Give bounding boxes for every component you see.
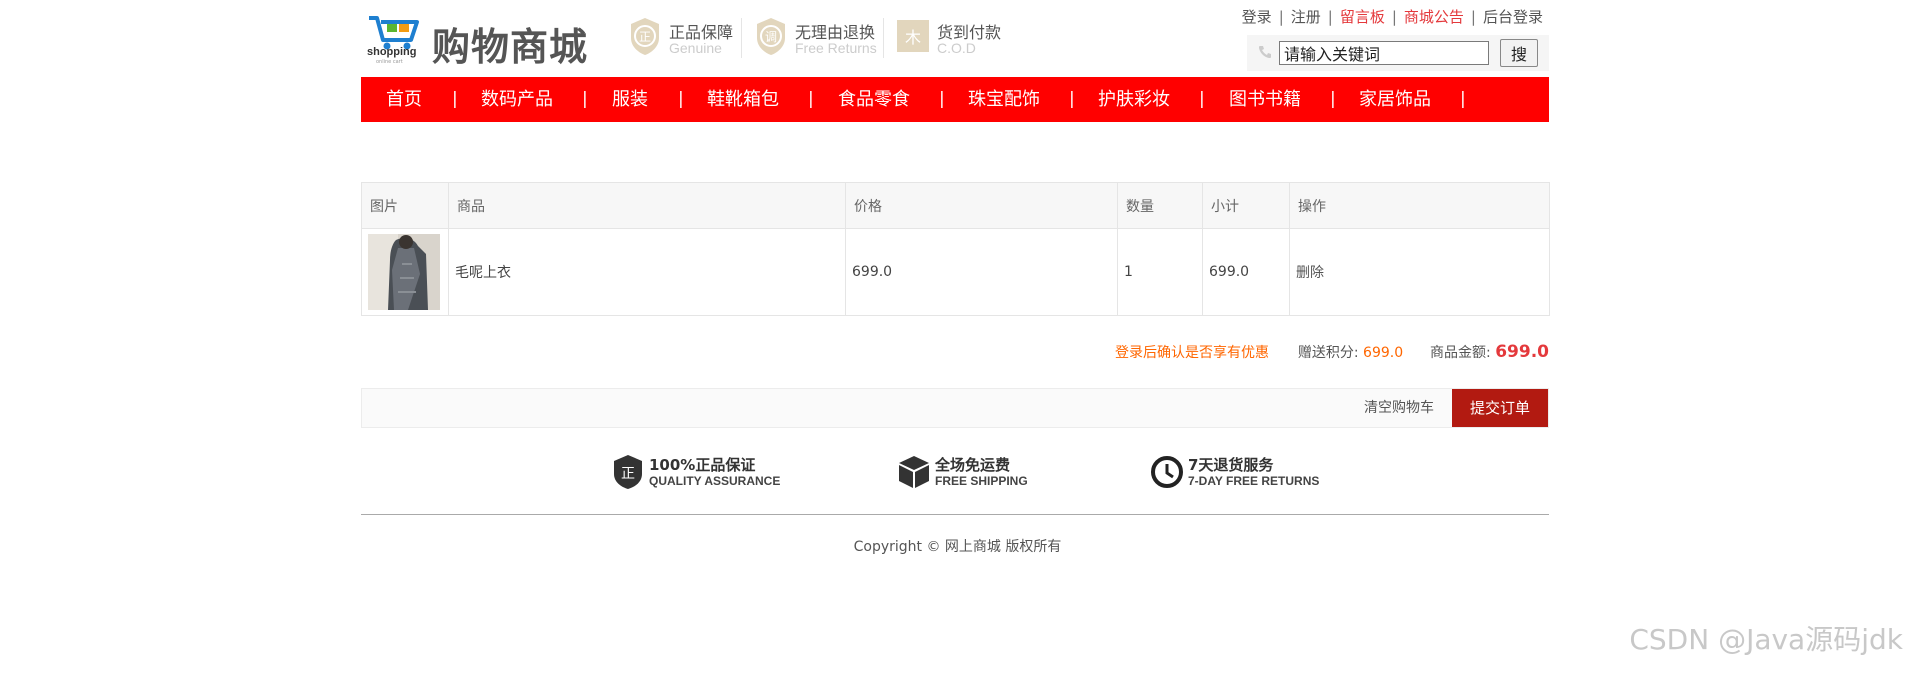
link-separator: |	[1327, 8, 1333, 26]
table-header-row: 图片 商品 价格 数量 小计 操作	[361, 182, 1550, 229]
copyright-text: Copyright © 网上商城 版权所有	[853, 539, 1062, 555]
nav-separator: |	[582, 89, 588, 109]
badge-subtitle: Genuine	[669, 40, 722, 56]
link-separator: |	[1278, 8, 1284, 26]
badge-subtitle: Free Returns	[795, 40, 877, 56]
cell-price: 699.0	[845, 228, 1118, 316]
nav-item-home[interactable]: 首页	[386, 77, 422, 122]
site-title: 购物商城	[432, 25, 589, 69]
genuine-seal-icon: 正	[631, 18, 659, 55]
guarantee-subtitle: QUALITY ASSURANCE	[649, 474, 781, 488]
main-nav: 首页 | 数码产品 | 服装 | 鞋靴箱包 | 食品零食 | 珠宝配饰 | 护肤…	[361, 77, 1549, 122]
logo-subtext: online cart	[376, 59, 403, 65]
points-label: 赠送积分:	[1297, 345, 1359, 361]
cod-seal-icon: 木	[897, 20, 929, 52]
login-link[interactable]: 登录	[1242, 8, 1272, 26]
guarantee-subtitle: FREE SHIPPING	[935, 474, 1028, 488]
nav-separator: |	[1069, 89, 1075, 109]
quality-shield-icon: 正	[614, 455, 642, 489]
cell-quantity: 1	[1117, 228, 1203, 316]
guarantee-title: 100%正品保证	[649, 456, 756, 474]
nav-separator: |	[808, 89, 814, 109]
amount-value: 699.0	[1495, 342, 1549, 362]
submit-order-button[interactable]: 提交订单	[1452, 389, 1548, 427]
nav-item-digital[interactable]: 数码产品	[481, 77, 553, 122]
points-value: 699.0	[1363, 345, 1404, 361]
cell-image	[361, 228, 449, 316]
cell-subtotal: 699.0	[1202, 228, 1290, 316]
nav-item-cosmetics[interactable]: 护肤彩妆	[1098, 77, 1170, 122]
nav-item-jewelry[interactable]: 珠宝配饰	[968, 77, 1040, 122]
nav-separator: |	[1460, 89, 1466, 109]
return-seal-icon: 调	[757, 18, 785, 55]
admin-login-link[interactable]: 后台登录	[1483, 8, 1543, 26]
nav-separator: |	[678, 89, 684, 109]
badge-divider	[883, 18, 884, 58]
cart-section: 图片 商品 价格 数量 小计 操作 毛呢上衣 699.0 1 699.0 删除	[361, 182, 1550, 316]
svg-text:调: 调	[765, 30, 777, 44]
column-header-product: 商品	[448, 182, 846, 229]
badge-divider	[741, 18, 742, 58]
column-header-subtotal: 小计	[1202, 182, 1290, 229]
cell-product-name[interactable]: 毛呢上衣	[448, 228, 846, 316]
product-thumbnail[interactable]	[368, 234, 440, 310]
register-link[interactable]: 注册	[1291, 8, 1321, 26]
svg-text:木: 木	[905, 28, 921, 47]
table-row: 毛呢上衣 699.0 1 699.0 删除	[361, 228, 1550, 316]
svg-text:正: 正	[639, 30, 651, 44]
clock-icon	[1151, 456, 1183, 488]
amount-label: 商品金额:	[1430, 345, 1491, 361]
column-header-image: 图片	[361, 182, 449, 229]
site-logo[interactable]: shopping online cart 购物商城	[367, 10, 597, 69]
footer-divider	[361, 514, 1549, 515]
nav-item-shoes-bags[interactable]: 鞋靴箱包	[707, 77, 779, 122]
logo-text: shopping	[367, 46, 417, 58]
announcement-link[interactable]: 商城公告	[1404, 8, 1464, 26]
nav-separator: |	[1199, 89, 1205, 109]
top-links: 登录 | 注册 | 留言板 | 商城公告 | 后台登录	[1242, 6, 1543, 27]
cart-table: 图片 商品 价格 数量 小计 操作 毛呢上衣 699.0 1 699.0 删除	[361, 182, 1550, 316]
column-header-price: 价格	[845, 182, 1118, 229]
nav-item-home-decor[interactable]: 家居饰品	[1359, 77, 1431, 122]
nav-item-food[interactable]: 食品零食	[838, 77, 910, 122]
phone-icon	[1259, 46, 1271, 58]
nav-separator: |	[939, 89, 945, 109]
search-input[interactable]	[1279, 41, 1489, 65]
column-header-action: 操作	[1289, 182, 1550, 229]
svg-text:正: 正	[621, 466, 635, 482]
link-separator: |	[1470, 8, 1476, 26]
guarantee-title: 全场免运费	[935, 456, 1011, 474]
page: shopping online cart 购物商城 正 正品保障 Genuine…	[0, 0, 1915, 674]
order-summary: 登录后确认是否享有优惠 赠送积分: 699.0 商品金额: 699.0	[361, 340, 1549, 368]
clear-cart-button[interactable]: 清空购物车	[1364, 389, 1434, 427]
box-icon	[899, 456, 929, 488]
cart-actions: 清空购物车 提交订单	[361, 388, 1549, 428]
login-discount-prompt[interactable]: 登录后确认是否享有优惠	[1115, 345, 1269, 361]
nav-separator: |	[1330, 89, 1336, 109]
guestbook-link[interactable]: 留言板	[1340, 8, 1385, 26]
badge-subtitle: C.O.D	[937, 40, 976, 56]
nav-separator: |	[452, 89, 458, 109]
column-header-quantity: 数量	[1117, 182, 1203, 229]
nav-item-books[interactable]: 图书书籍	[1229, 77, 1301, 122]
cell-action: 删除	[1289, 228, 1550, 316]
search-button[interactable]: 搜	[1500, 39, 1538, 67]
summary-line: 登录后确认是否享有优惠 赠送积分: 699.0 商品金额: 699.0	[1115, 342, 1549, 362]
nav-item-clothing[interactable]: 服装	[612, 77, 648, 122]
guarantee-subtitle: 7-DAY FREE RETURNS	[1188, 474, 1320, 488]
link-separator: |	[1391, 8, 1397, 26]
delete-link[interactable]: 删除	[1296, 265, 1324, 281]
guarantee-title: 7天退货服务	[1188, 456, 1274, 474]
csdn-watermark: CSDN @Java源码jdk	[1629, 623, 1903, 656]
search-bar: 搜	[1247, 35, 1549, 71]
header: shopping online cart 购物商城 正 正品保障 Genuine…	[361, 0, 1549, 77]
